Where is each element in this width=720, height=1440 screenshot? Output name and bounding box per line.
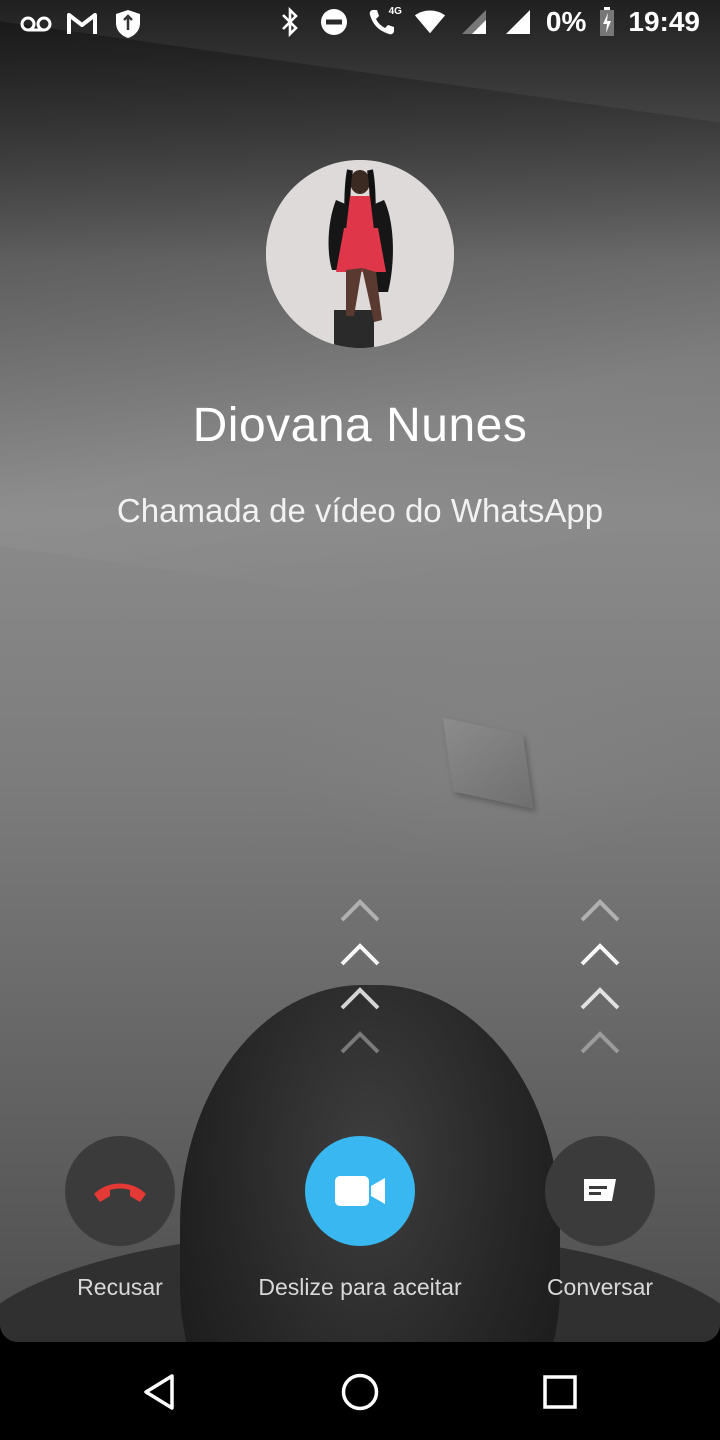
video-camera-icon [335,1176,385,1206]
signal-icon [502,6,534,38]
wall-outlet [442,717,534,809]
status-bar: 4G 0% 19:49 [0,0,720,48]
swipe-up-indicator-accept [338,890,382,1066]
home-icon [341,1373,379,1411]
recents-icon [543,1375,577,1409]
caller-avatar [266,160,454,348]
chevron-up-icon [580,899,620,922]
signal-icon [458,6,490,38]
wifi-icon [414,6,446,38]
network-type-label: 4G [388,6,402,17]
accept-label: Deslize para aceitar [258,1274,462,1300]
chat-button[interactable] [545,1136,655,1246]
status-left-icons [20,8,144,40]
clock: 19:49 [628,6,700,37]
message-icon [584,1179,616,1201]
wifi-calling-icon: 4G [362,6,402,38]
home-button[interactable] [336,1368,384,1416]
voicemail-icon [20,8,52,40]
back-icon [144,1374,174,1410]
accept-video-button[interactable] [305,1136,415,1246]
battery-percent: 0% [545,6,587,37]
decline-button[interactable] [65,1136,175,1246]
navigation-bar [0,1342,720,1440]
swipe-up-indicator-chat [578,890,622,1066]
chevron-up-icon [340,1031,380,1054]
back-button[interactable] [136,1368,184,1416]
shield-icon [112,8,144,40]
recents-button[interactable] [536,1368,584,1416]
chevron-up-icon [580,943,620,966]
chat-label: Conversar [546,1274,654,1300]
chevron-up-icon [340,899,380,922]
hang-up-icon [94,1183,146,1202]
call-type-label: Chamada de vídeo do WhatsApp [116,492,604,529]
chevron-up-icon [580,987,620,1010]
decline-label: Recusar [77,1274,163,1300]
do-not-disturb-icon [318,6,350,38]
chevron-up-icon [340,943,380,966]
status-right-icons: 4G 0% 19:49 [274,6,700,38]
chevron-up-icon [580,1031,620,1054]
gmail-icon [66,8,98,40]
chevron-up-icon [340,987,380,1010]
caller-name: Diovana Nunes [192,399,528,452]
bluetooth-icon [274,6,306,38]
battery-charging-icon [598,6,616,38]
